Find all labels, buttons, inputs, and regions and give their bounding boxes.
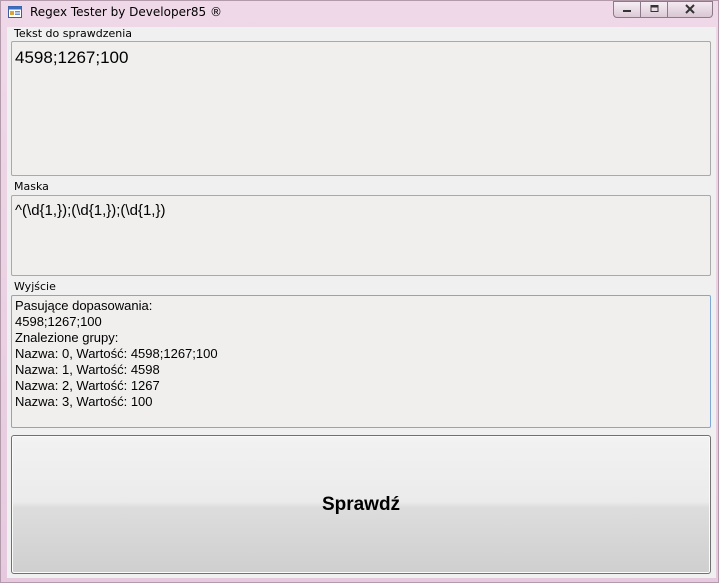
input-text-field[interactable]: 4598;1267;100 (11, 41, 711, 176)
mask-field[interactable]: ^(\d{1,});(\d{1,});(\d{1,}) (11, 195, 711, 276)
minimize-icon (621, 1, 633, 19)
minimize-button[interactable] (613, 1, 641, 18)
output-line: Znalezione grupy: (15, 330, 119, 345)
app-window: Regex Tester by Developer85 ® Tekst do s… (0, 0, 719, 583)
check-button[interactable]: Sprawdź (11, 435, 711, 574)
output-line: 4598;1267;100 (15, 314, 102, 329)
output-field[interactable]: Pasujące dopasowania: 4598;1267;100 Znal… (11, 295, 711, 428)
app-window-icon[interactable] (8, 5, 22, 19)
output-line: Pasujące dopasowania: (15, 298, 153, 313)
window-title: Regex Tester by Developer85 ® (30, 5, 222, 19)
close-button[interactable] (668, 1, 713, 18)
title-bar[interactable]: Regex Tester by Developer85 ® (1, 1, 718, 25)
output-line: Nazwa: 3, Wartość: 100 (15, 394, 153, 409)
maximize-icon (648, 1, 660, 19)
client-area: Tekst do sprawdzenia 4598;1267;100 Maska… (7, 27, 716, 578)
check-button-label: Sprawdź (321, 493, 401, 515)
maximize-button[interactable] (641, 1, 668, 18)
output-line: Nazwa: 2, Wartość: 1267 (15, 378, 160, 393)
mask-value: ^(\d{1,});(\d{1,});(\d{1,}) (15, 202, 166, 219)
input-text-label: Tekst do sprawdzenia (14, 27, 133, 40)
close-icon (684, 1, 696, 19)
output-label: Wyjście (14, 280, 56, 293)
mask-label: Maska (14, 180, 49, 193)
output-line: Nazwa: 0, Wartość: 4598;1267;100 (15, 346, 218, 361)
input-text-value: 4598;1267;100 (15, 48, 129, 67)
output-line: Nazwa: 1, Wartość: 4598 (15, 362, 160, 377)
